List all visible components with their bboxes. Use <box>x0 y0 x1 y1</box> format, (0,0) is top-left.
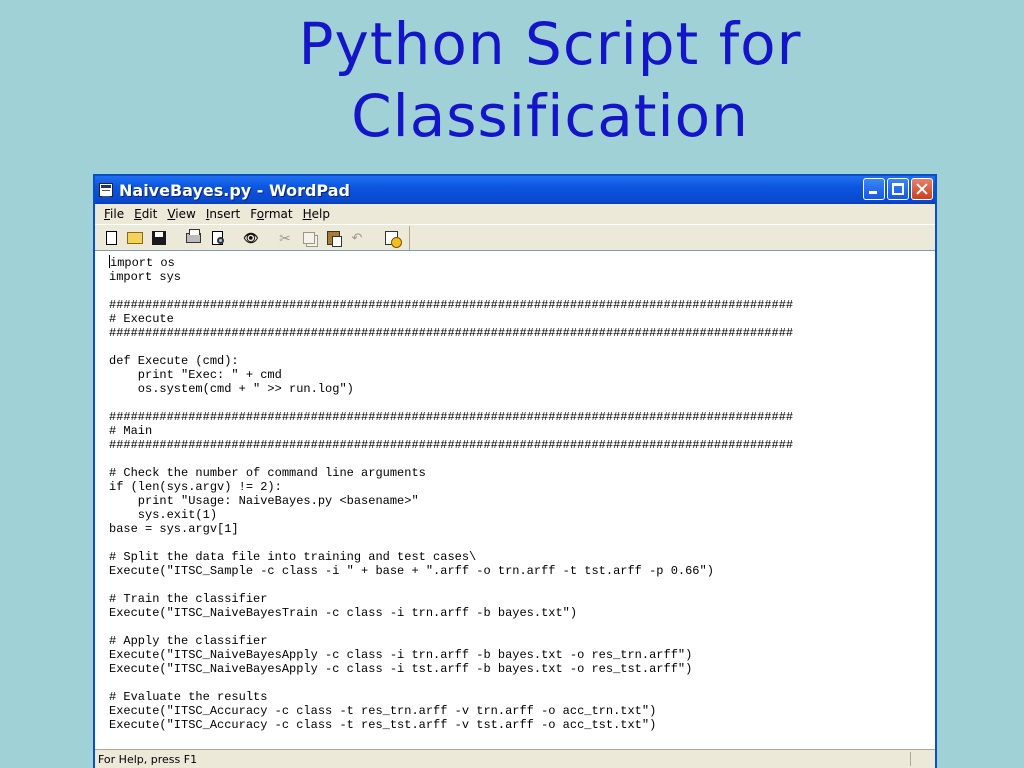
menu-insert-label: nsert <box>209 207 241 221</box>
new-button[interactable] <box>101 228 121 248</box>
minimize-icon <box>869 191 877 194</box>
document-area[interactable]: import os import sys ###################… <box>95 250 935 750</box>
print-icon <box>185 229 201 243</box>
copy-button[interactable] <box>299 228 319 248</box>
minimize-button[interactable] <box>863 178 885 200</box>
paste-button[interactable] <box>323 228 343 248</box>
menu-insert[interactable]: Insert <box>201 207 245 221</box>
status-pane <box>910 752 935 766</box>
close-icon <box>912 179 932 199</box>
document-text[interactable]: import os import sys ###################… <box>95 251 935 732</box>
slide-title: Python Script for Classification <box>0 8 1024 152</box>
menu-view-label: iew <box>175 207 196 221</box>
print-preview-button[interactable] <box>207 228 227 248</box>
new-icon <box>105 231 117 245</box>
slide-title-line-2: Classification <box>351 82 749 150</box>
close-button[interactable] <box>911 178 933 200</box>
undo-icon: ↶ <box>351 230 363 245</box>
date-time-button[interactable] <box>381 228 402 248</box>
save-icon <box>152 231 166 245</box>
menu-format[interactable]: Format <box>245 207 297 221</box>
status-bar: For Help, press F1 <box>95 749 935 768</box>
find-button[interactable]: 👁 <box>241 228 261 248</box>
slide-title-line-1: Python Script for <box>298 10 802 78</box>
window-title: NaiveBayes.py - WordPad <box>119 180 350 200</box>
maximize-icon <box>892 183 904 195</box>
undo-button[interactable]: ↶ <box>347 228 367 248</box>
menu-edit-label: dit <box>141 207 158 221</box>
wordpad-window: NaiveBayes.py - WordPad File Edit View I… <box>93 174 937 768</box>
copy-icon <box>303 232 315 244</box>
document-body: mport os import sys ####################… <box>109 256 794 732</box>
menu-edit-mnemonic: E <box>134 207 142 221</box>
cut-button[interactable]: ✂ <box>275 228 295 248</box>
date-time-icon <box>384 231 402 248</box>
maximize-button[interactable] <box>887 178 909 200</box>
find-icon: 👁 <box>243 231 259 245</box>
status-text: For Help, press F1 <box>98 752 198 766</box>
wordpad-icon[interactable] <box>99 183 113 197</box>
menu-file-label: ile <box>110 207 125 221</box>
title-bar[interactable]: NaiveBayes.py - WordPad <box>95 176 935 204</box>
menu-view[interactable]: View <box>162 207 200 221</box>
menu-file[interactable]: File <box>99 207 129 221</box>
open-icon <box>127 232 143 244</box>
print-preview-icon <box>211 231 224 245</box>
window-controls <box>863 178 933 200</box>
menu-help-label: elp <box>311 207 330 221</box>
print-button[interactable] <box>183 228 203 248</box>
menu-format-mnemonic: o <box>256 207 265 221</box>
menu-help-mnemonic: H <box>302 207 312 221</box>
menu-help[interactable]: Help <box>298 207 335 221</box>
menu-edit[interactable]: Edit <box>129 207 162 221</box>
toolbar: 👁 ✂ ↶ <box>95 224 935 252</box>
menu-bar: File Edit View Insert Format Help <box>95 204 935 224</box>
cut-icon: ✂ <box>279 229 291 246</box>
menu-format-label: rmat <box>264 207 293 221</box>
open-button[interactable] <box>125 228 145 248</box>
paste-icon <box>326 231 342 247</box>
save-button[interactable] <box>149 228 169 248</box>
